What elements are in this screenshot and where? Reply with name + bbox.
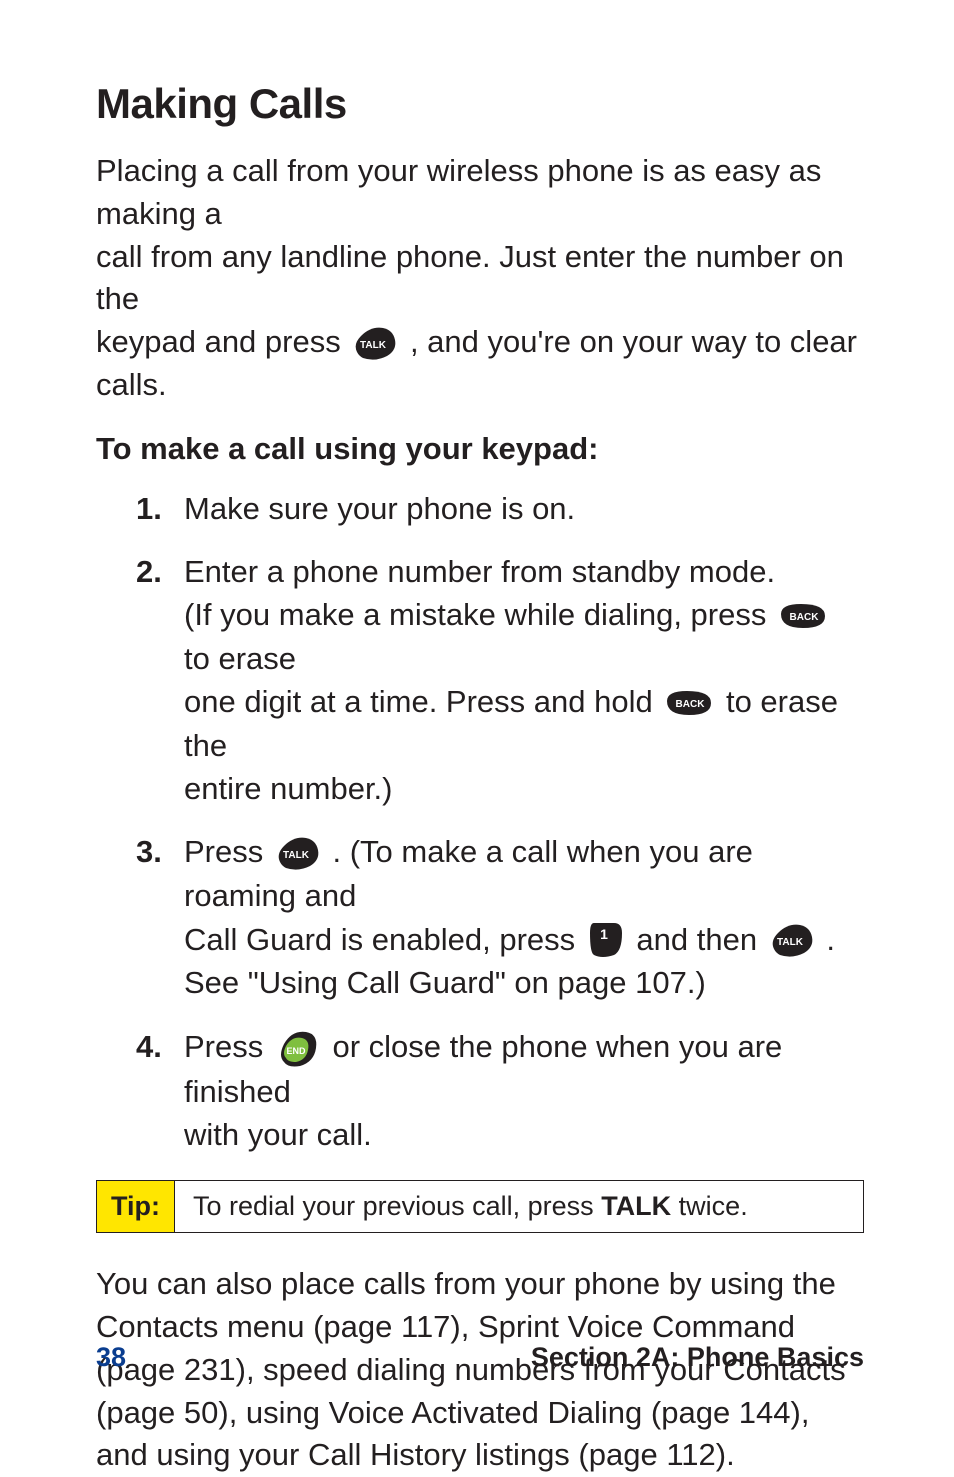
- intro-line: Placing a call from your wireless phone …: [96, 150, 864, 236]
- page-number: 38: [96, 1342, 126, 1373]
- section-label: Section 2A: Phone Basics: [531, 1342, 864, 1373]
- tip-box: Tip: To redial your previous call, press…: [96, 1180, 864, 1233]
- procedure-subhead: To make a call using your keypad:: [96, 431, 864, 467]
- back-key-icon: [779, 600, 827, 630]
- step-text: .: [826, 922, 835, 957]
- step-text: Press: [184, 834, 272, 869]
- manual-page: Making Calls Placing a call from your wi…: [0, 0, 954, 1431]
- intro-line: keypad and press , and you're on your wa…: [96, 321, 864, 407]
- step-item: 1. Make sure your phone is on.: [136, 487, 864, 530]
- intro-text: keypad and press: [96, 324, 349, 359]
- page-heading: Making Calls: [96, 80, 864, 128]
- step-list: 1. Make sure your phone is on. 2. Enter …: [96, 487, 864, 1157]
- step-item: 2. Enter a phone number from standby mod…: [136, 550, 864, 810]
- tip-label: Tip:: [97, 1181, 175, 1232]
- intro-line: call from any landline phone. Just enter…: [96, 236, 864, 322]
- step-number: 1.: [136, 487, 162, 530]
- talk-key-icon: [353, 322, 397, 362]
- step-text: or close the phone when you are finished: [184, 1029, 782, 1109]
- page-footer: 38 Section 2A: Phone Basics: [96, 1342, 864, 1373]
- tip-text: To redial your previous call, press TALK…: [175, 1181, 863, 1232]
- step-text: (If you make a mistake while dialing, pr…: [184, 597, 775, 632]
- step-item: 4. Press or close the phone when you are…: [136, 1025, 864, 1157]
- step-number: 3.: [136, 830, 162, 873]
- intro-paragraph: Placing a call from your wireless phone …: [96, 150, 864, 407]
- tip-text-part: twice.: [671, 1191, 748, 1221]
- step-item: 3. Press . (To make a call when you are …: [136, 830, 864, 1004]
- step-number: 4.: [136, 1025, 162, 1068]
- step-text: Enter a phone number from standby mode.: [184, 554, 775, 589]
- tip-bold: TALK: [601, 1191, 671, 1221]
- talk-key-icon: [770, 919, 814, 959]
- one-key-icon: [588, 919, 624, 959]
- step-text: Press: [184, 1029, 272, 1064]
- step-text: Make sure your phone is on.: [184, 491, 575, 526]
- step-text: one digit at a time. Press and hold: [184, 684, 661, 719]
- step-text: to erase: [184, 641, 296, 676]
- step-text: with your call.: [184, 1117, 372, 1152]
- step-text: Call Guard is enabled, press: [184, 922, 584, 957]
- step-text: entire number.): [184, 771, 393, 806]
- step-text: and then: [636, 922, 765, 957]
- talk-key-icon: [276, 832, 320, 872]
- step-text: See "Using Call Guard" on page 107.): [184, 965, 706, 1000]
- back-key-icon: [665, 687, 713, 717]
- step-number: 2.: [136, 550, 162, 593]
- tip-text-part: To redial your previous call, press: [193, 1191, 601, 1221]
- end-key-icon: [276, 1026, 320, 1068]
